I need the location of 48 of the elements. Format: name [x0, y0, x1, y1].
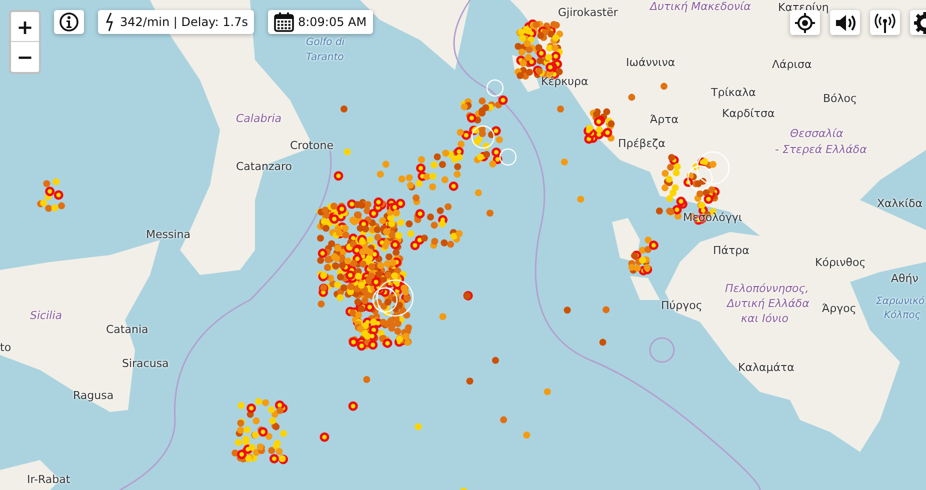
city-label: Χαλκίδα: [877, 197, 922, 210]
water-label: Taranto: [306, 51, 344, 64]
city-label: Ir-Rabat: [27, 473, 70, 486]
water-label: Κόλπος: [884, 309, 921, 322]
city-label: Άργος: [822, 302, 856, 315]
region-label: και Ιόνιο: [741, 312, 789, 325]
region-label: Θεσσαλία: [790, 127, 844, 140]
city-label: Πάτρα: [713, 244, 750, 257]
city-label: to: [0, 341, 12, 354]
city-label: Λάρισα: [772, 58, 812, 71]
city-label: Κέρκυρα: [541, 75, 588, 88]
stats-text: 342/min | Delay: 1.7s: [120, 15, 248, 29]
city-label: Καλαμάτα: [738, 361, 794, 374]
info-icon: [59, 12, 79, 32]
info-button[interactable]: [54, 10, 84, 34]
city-label: Καρδίτσα: [722, 107, 775, 120]
city-label: Αθήν: [891, 272, 918, 285]
antenna-icon: [874, 12, 896, 34]
city-label: Τρίκαλα: [711, 86, 756, 99]
city-label: Catania: [106, 323, 148, 336]
region-label: Πελοπόννησος,: [725, 282, 809, 295]
city-label: Crotone: [290, 139, 334, 152]
city-label: Gjirokastër: [558, 6, 618, 19]
city-label: Άρτα: [650, 113, 678, 126]
city-label: Catanzaro: [236, 160, 292, 173]
clock-time: 8:09:05 AM: [298, 15, 367, 29]
city-label: Ragusa: [73, 389, 114, 402]
lightning-icon: [104, 12, 116, 32]
city-label: Πύργος: [661, 299, 702, 312]
water-label: Σαρωνικό: [876, 295, 925, 308]
sound-button[interactable]: [830, 10, 860, 35]
calendar-icon: [274, 12, 294, 32]
city-label: Siracusa: [122, 357, 169, 370]
city-label: Messina: [146, 228, 190, 241]
region-label: Calabria: [236, 112, 282, 125]
region-label: Δυτική Μακεδονία: [650, 0, 751, 13]
antenna-button[interactable]: [870, 10, 900, 35]
region-label: Sicilia: [30, 309, 62, 322]
city-label: Ιωάννινα: [626, 56, 676, 69]
water-label: Golfo di: [306, 36, 345, 49]
island-drawing: [612, 218, 640, 262]
city-label: Κατερίνη: [778, 1, 829, 14]
island-drawing: [630, 276, 660, 300]
city-label: Κόρινθος: [815, 256, 866, 269]
city-label: Βόλος: [823, 92, 857, 105]
region-label: Δυτική Ελλάδα: [727, 297, 810, 310]
city-label: Πρέβεζα: [618, 137, 666, 150]
region-label: - Στερεά Ελλάδα: [775, 143, 867, 156]
